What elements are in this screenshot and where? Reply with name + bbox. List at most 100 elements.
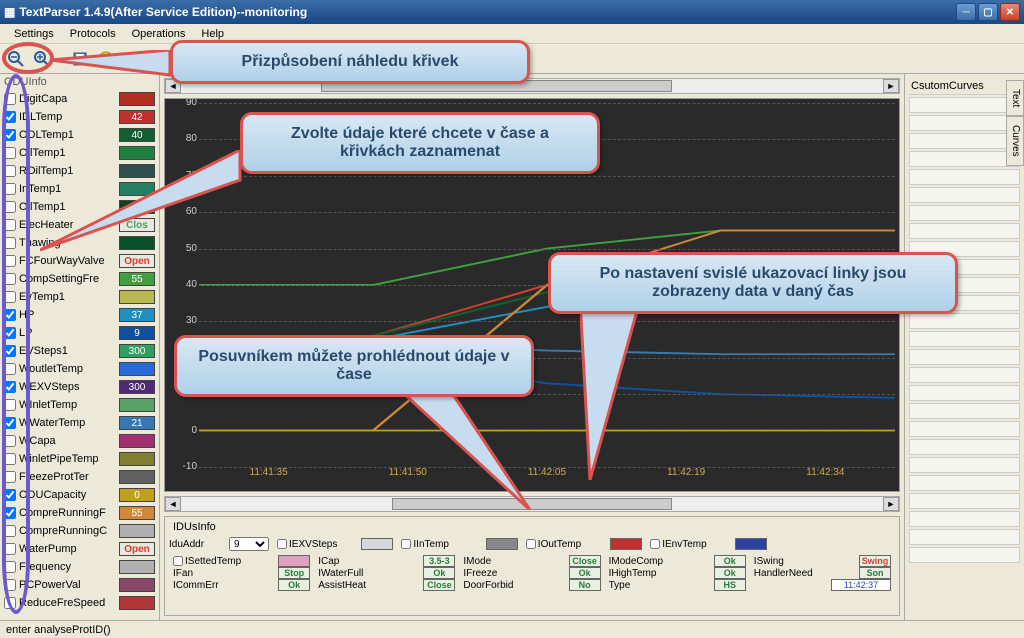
- custom-curve-slot[interactable]: [909, 313, 1020, 329]
- param-checkbox[interactable]: [4, 255, 16, 267]
- x-tick: 11:41:50: [389, 467, 427, 487]
- custom-curve-slot[interactable]: [909, 439, 1020, 455]
- idu-value: [610, 538, 642, 550]
- param-name: IDLTemp: [19, 111, 116, 123]
- param-checkbox[interactable]: [4, 201, 16, 213]
- y-tick: 30: [169, 315, 197, 326]
- param-value: [119, 596, 155, 610]
- param-checkbox[interactable]: [4, 543, 16, 555]
- param-checkbox[interactable]: [4, 111, 16, 123]
- param-checkbox[interactable]: [4, 399, 16, 411]
- help-button[interactable]: ?: [94, 47, 118, 71]
- param-checkbox[interactable]: [4, 147, 16, 159]
- minimize-button[interactable]: ─: [956, 3, 976, 21]
- zoom-in-button[interactable]: [30, 47, 54, 71]
- param-checkbox[interactable]: [4, 327, 16, 339]
- param-checkbox[interactable]: [4, 489, 16, 501]
- param-checkbox[interactable]: [4, 381, 16, 393]
- save-button[interactable]: [68, 47, 92, 71]
- status-text: enter analyseProtID(): [6, 624, 111, 636]
- param-checkbox[interactable]: [4, 471, 16, 483]
- custom-curve-slot[interactable]: [909, 349, 1020, 365]
- menu-settings[interactable]: Settings: [6, 26, 62, 42]
- app-icon: ▦: [4, 5, 15, 19]
- param-name: DigitCapa: [19, 93, 116, 105]
- param-row: InTemp1: [0, 180, 159, 198]
- param-name: InTemp1: [19, 183, 116, 195]
- idu-checkbox[interactable]: [277, 539, 287, 549]
- idu-addr-select[interactable]: 9: [229, 537, 269, 551]
- param-value: [119, 398, 155, 412]
- idu-checkbox[interactable]: [526, 539, 536, 549]
- param-checkbox[interactable]: [4, 453, 16, 465]
- param-checkbox[interactable]: [4, 129, 16, 141]
- param-checkbox[interactable]: [4, 561, 16, 573]
- idu-checkbox[interactable]: [401, 539, 411, 549]
- idu-value: [735, 538, 767, 550]
- param-checkbox[interactable]: [4, 525, 16, 537]
- custom-curve-slot[interactable]: [909, 187, 1020, 203]
- custom-curve-slot[interactable]: [909, 385, 1020, 401]
- param-row: ODUCapacity 0: [0, 486, 159, 504]
- custom-curve-slot[interactable]: [909, 223, 1020, 239]
- idu-label: IOutTemp: [538, 539, 608, 550]
- custom-curve-slot[interactable]: [909, 331, 1020, 347]
- idu-value: HS: [714, 579, 746, 591]
- custom-curve-slot[interactable]: [909, 457, 1020, 473]
- custom-curve-slot[interactable]: [909, 421, 1020, 437]
- param-checkbox[interactable]: [4, 219, 16, 231]
- param-checkbox[interactable]: [4, 183, 16, 195]
- chart-scroll-bottom[interactable]: ◄ ►: [164, 496, 900, 512]
- param-value: [119, 578, 155, 592]
- custom-curve-slot[interactable]: [909, 133, 1020, 149]
- idu-value: Close: [423, 579, 455, 591]
- custom-curve-slot[interactable]: [909, 115, 1020, 131]
- custom-curve-slot[interactable]: [909, 403, 1020, 419]
- custom-curve-slot[interactable]: [909, 169, 1020, 185]
- idu-label: ISwing: [754, 556, 857, 567]
- custom-curve-slot[interactable]: [909, 511, 1020, 527]
- custom-curve-slot[interactable]: [909, 205, 1020, 221]
- param-checkbox[interactable]: [4, 417, 16, 429]
- idu-value: Ok: [569, 567, 601, 579]
- idu-checkbox[interactable]: [650, 539, 660, 549]
- param-checkbox[interactable]: [4, 345, 16, 357]
- custom-curve-slot[interactable]: [909, 151, 1020, 167]
- custom-curve-slot[interactable]: [909, 367, 1020, 383]
- param-row: ROilTemp1: [0, 162, 159, 180]
- scroll-right-arrow-icon[interactable]: ►: [883, 497, 899, 511]
- param-name: ReduceFreSpeed: [19, 597, 116, 609]
- param-checkbox[interactable]: [4, 273, 16, 285]
- close-button[interactable]: ✕: [1000, 3, 1020, 21]
- idu-checkbox[interactable]: [173, 556, 183, 566]
- custom-curve-slot[interactable]: [909, 547, 1020, 563]
- param-checkbox[interactable]: [4, 435, 16, 447]
- param-checkbox[interactable]: [4, 363, 16, 375]
- tab-text[interactable]: Text: [1006, 80, 1024, 116]
- maximize-button[interactable]: ▢: [978, 3, 998, 21]
- idu-value: Ok: [714, 555, 746, 567]
- y-tick: 50: [169, 243, 197, 254]
- custom-curve-slot[interactable]: [909, 493, 1020, 509]
- param-row: ElecHeater Clos: [0, 216, 159, 234]
- param-checkbox[interactable]: [4, 93, 16, 105]
- idu-item: IFreeze Ok: [463, 567, 600, 579]
- custom-curve-slot[interactable]: [909, 97, 1020, 113]
- custom-curve-slot[interactable]: [909, 529, 1020, 545]
- scroll-right-arrow-icon[interactable]: ►: [883, 79, 899, 93]
- idu-item: ISwing Swing: [754, 555, 891, 567]
- menu-protocols[interactable]: Protocols: [62, 26, 124, 42]
- param-checkbox[interactable]: [4, 237, 16, 249]
- scroll-left-arrow-icon[interactable]: ◄: [165, 497, 181, 511]
- param-checkbox[interactable]: [4, 165, 16, 177]
- param-checkbox[interactable]: [4, 291, 16, 303]
- param-name: CompSettingFre: [19, 273, 116, 285]
- zoom-out-button[interactable]: [4, 47, 28, 71]
- param-checkbox[interactable]: [4, 507, 16, 519]
- param-value: [119, 362, 155, 376]
- param-checkbox[interactable]: [4, 597, 16, 609]
- param-checkbox[interactable]: [4, 309, 16, 321]
- param-checkbox[interactable]: [4, 579, 16, 591]
- custom-curve-slot[interactable]: [909, 475, 1020, 491]
- tab-curves[interactable]: Curves: [1006, 116, 1024, 166]
